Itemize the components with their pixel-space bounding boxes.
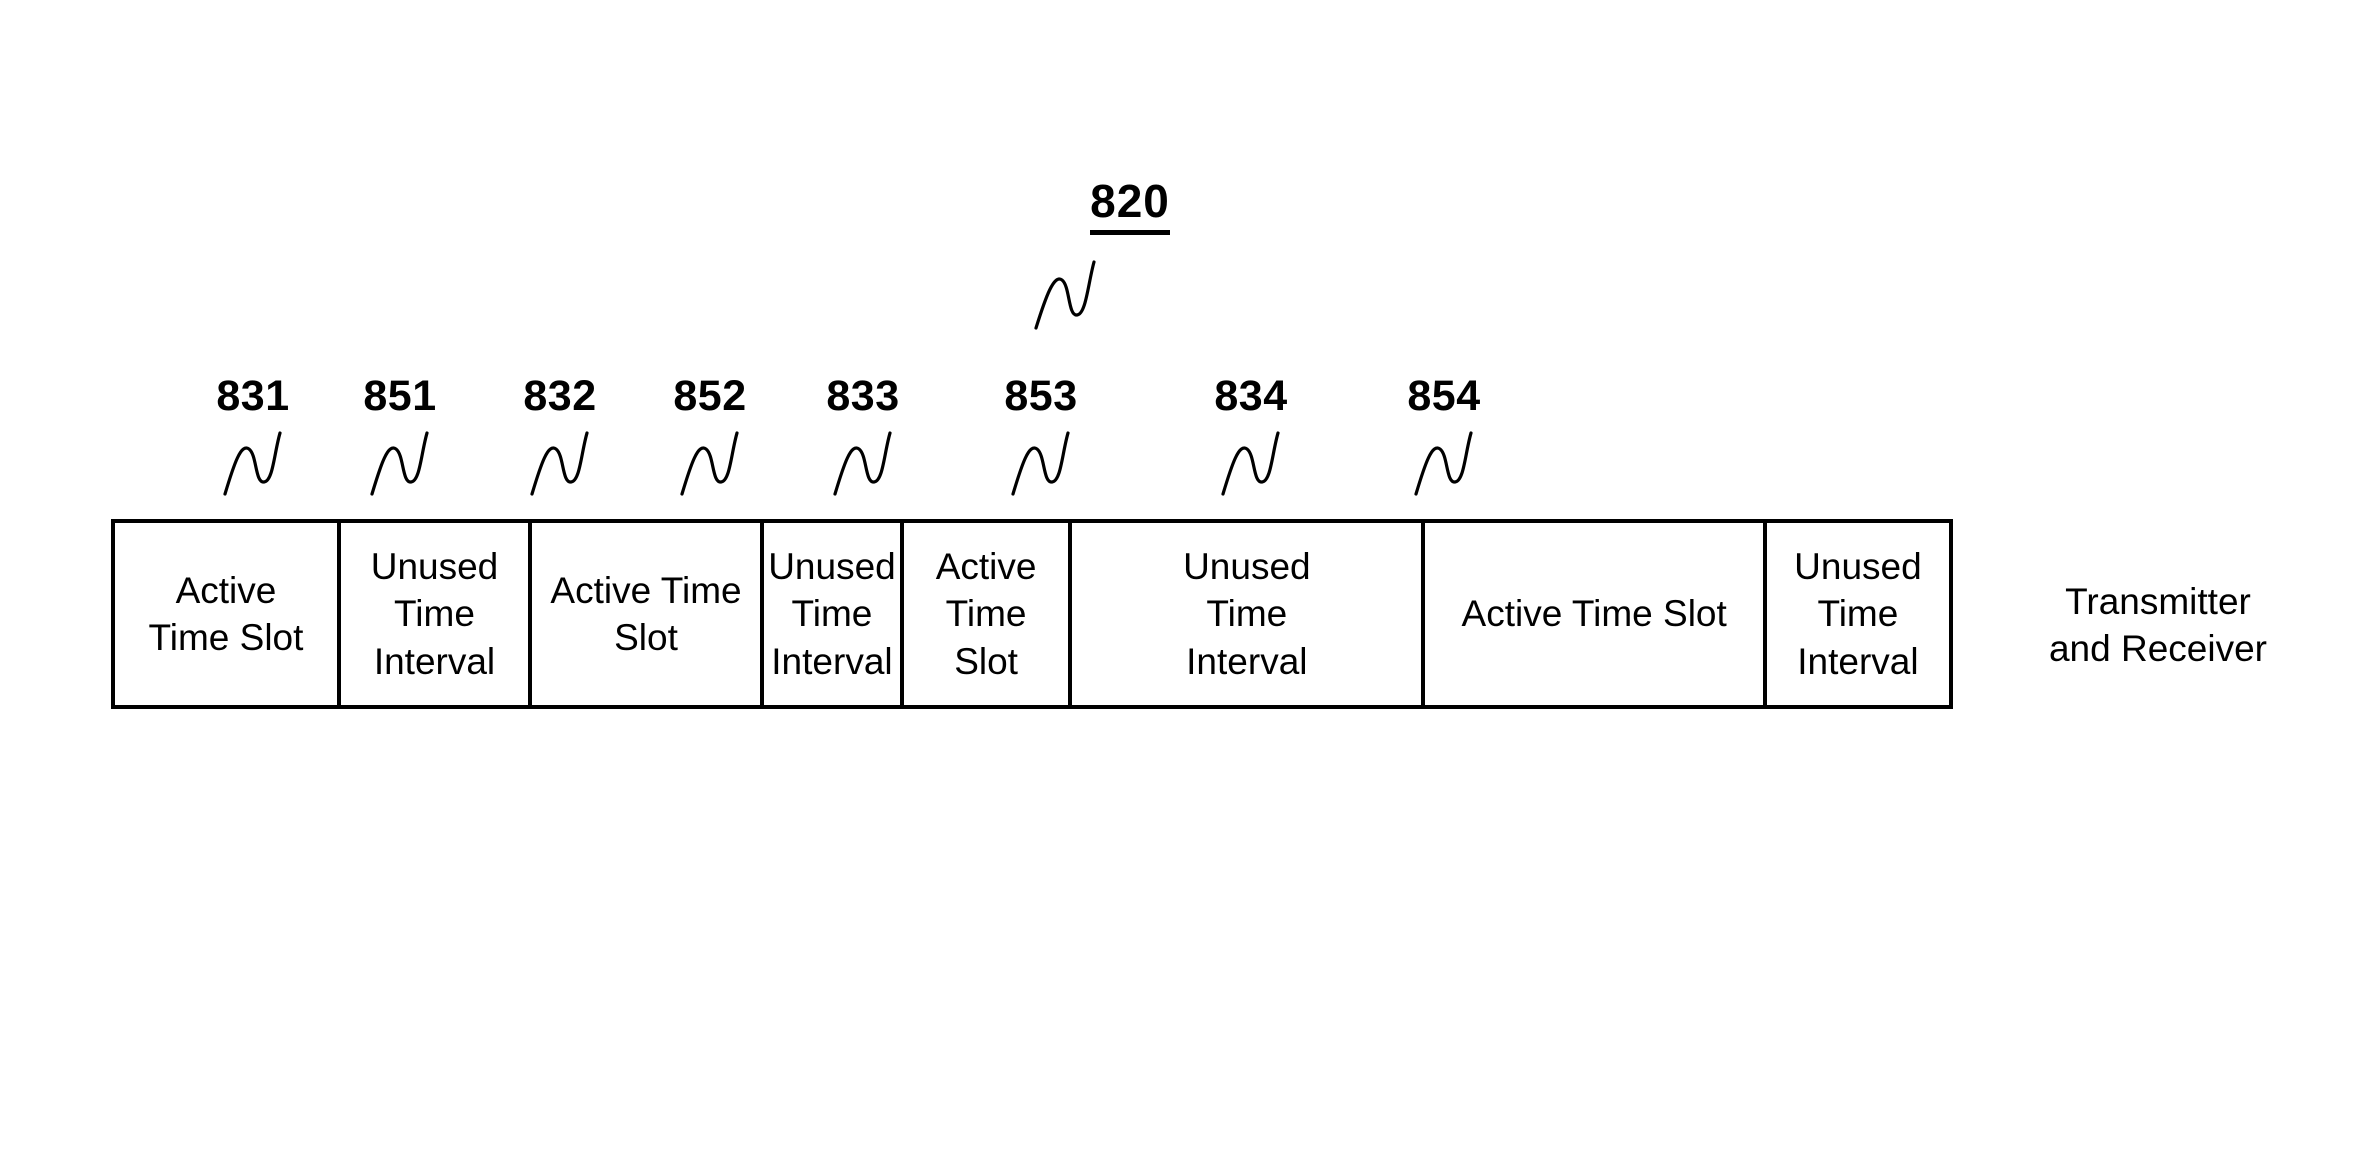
timeline-cell-label: Active Time Slot: [935, 545, 1037, 682]
timeline-cell-834: Active Time Slot: [1425, 523, 1767, 705]
timeline-cell-label: Unused Time Interval: [1183, 545, 1311, 682]
leader-line-852-icon: [679, 430, 741, 496]
leader-line-834-icon: [1220, 430, 1282, 496]
timeline-cell-832: Active Time Slot: [532, 523, 764, 705]
reference-numeral-833: 833: [826, 372, 900, 420]
reference-numeral-820-text: 820: [1090, 175, 1170, 235]
timeline-cell-label: Active Time Slot: [550, 569, 742, 658]
timeline-cell-833: Active Time Slot: [904, 523, 1073, 705]
leader-line-820-icon: [1032, 258, 1102, 330]
leader-line-832-icon: [529, 430, 591, 496]
reference-numeral-852: 852: [673, 372, 747, 420]
transmitter-and-receiver-label: Transmitter and Receiver: [2048, 581, 2267, 670]
timeline-cell-854: Unused Time Interval: [1767, 523, 1949, 705]
timeline-cell-851: Unused Time Interval: [341, 523, 533, 705]
timeline-cell-853: Unused Time Interval: [1072, 523, 1426, 705]
timeline-cell-label: Unused Time Interval: [768, 545, 896, 682]
reference-numeral-820: 820: [1060, 175, 1200, 235]
reference-numeral-854: 854: [1407, 372, 1481, 420]
reference-numeral-851: 851: [363, 372, 437, 420]
timeline-cell-label: Active Time Slot: [148, 569, 304, 658]
leader-line-854-icon: [1413, 430, 1475, 496]
timeline-box: Active Time Slot Unused Time Interval Acti…: [111, 519, 1953, 709]
reference-numeral-831: 831: [216, 372, 290, 420]
timeline-cell-852: Unused Time Interval: [764, 523, 904, 705]
patent-figure: 820 831 851 832 852 833 853 834 854 Active Time…: [0, 0, 2354, 1160]
leader-line-853-icon: [1010, 430, 1072, 496]
leader-line-851-icon: [369, 430, 431, 496]
timeline-cell-label: Unused Time Interval: [1794, 545, 1922, 682]
leader-line-831-icon: [222, 430, 284, 496]
reference-numeral-834: 834: [1214, 372, 1288, 420]
timeline-cell-label: Active Time Slot: [1461, 593, 1727, 635]
timeline-cell-831: Active Time Slot: [115, 523, 341, 705]
reference-numeral-853: 853: [1004, 372, 1078, 420]
leader-line-833-icon: [832, 430, 894, 496]
reference-numeral-832: 832: [523, 372, 597, 420]
timeline-cell-label: Unused Time Interval: [370, 545, 499, 682]
